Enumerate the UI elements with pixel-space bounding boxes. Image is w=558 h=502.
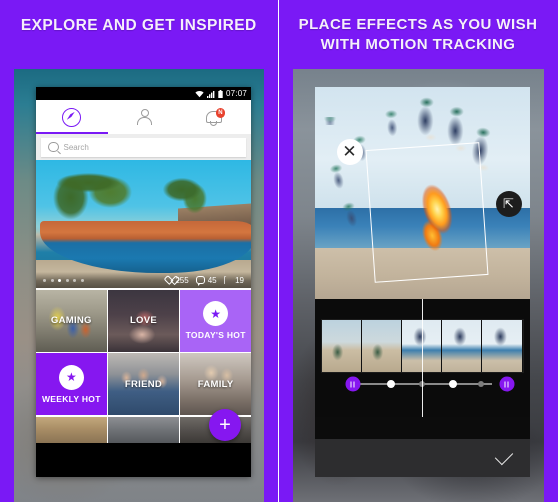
category-tile-partial-2[interactable] <box>108 416 179 443</box>
category-tile-friend[interactable]: FRIEND <box>108 353 179 415</box>
panel-title-line-2: WITH MOTION TRACKING <box>320 36 516 53</box>
timeline <box>314 299 530 417</box>
comment-count: 45 <box>207 275 217 285</box>
panel-title-line-1: PLACE EFFECTS AS YOU WISH <box>298 16 538 33</box>
battery-icon <box>218 89 223 98</box>
category-tile-family[interactable]: FAMILY <box>180 353 251 415</box>
category-label: LOVE <box>129 315 158 326</box>
close-icon[interactable]: ✕ <box>336 139 363 165</box>
tile-photo <box>108 416 179 443</box>
tab-profile[interactable] <box>108 100 180 134</box>
promo-screenshot: EXPLORE AND GET INSPIRED 07:07 N Search … <box>0 0 558 502</box>
rotate-resize-icon[interactable]: ⇱ <box>495 191 522 217</box>
filmstrip-frame <box>482 320 523 372</box>
play-icon <box>224 275 233 285</box>
category-tile-love[interactable]: LOVE <box>108 289 179 352</box>
check-icon[interactable] <box>494 446 513 466</box>
notification-badge: N <box>215 108 226 118</box>
keyframe-end-handle[interactable] <box>499 376 514 392</box>
category-label: FAMILY <box>197 378 234 390</box>
person-icon <box>136 109 152 125</box>
star-icon: ★ <box>65 370 77 384</box>
panel-title-explore: EXPLORE AND GET INSPIRED <box>20 17 257 34</box>
search-input[interactable]: Search <box>41 137 246 157</box>
category-label: WEEKLY HOT <box>41 393 101 404</box>
panel-title-motion-tracking: PLACE EFFECTS AS YOU WISH WITH MOTION TR… <box>279 15 558 55</box>
play-count: 19 <box>235 275 244 285</box>
tab-explore[interactable] <box>36 100 108 134</box>
video-canvas[interactable]: ✕ ⇱ <box>314 87 530 299</box>
motion-ghost <box>377 107 407 144</box>
keyframe-point[interactable] <box>448 380 457 388</box>
keyframe-point[interactable] <box>477 381 484 387</box>
star-icon: ★ <box>210 306 222 321</box>
featured-overlay-bar: 255 45 19 <box>36 272 251 288</box>
signal-icon <box>206 90 215 98</box>
editor-bottom-bar <box>314 439 530 477</box>
status-bar-time: 07:07 <box>225 89 247 98</box>
playhead[interactable] <box>422 299 424 417</box>
skater-subject <box>409 95 444 142</box>
search-icon <box>48 141 59 153</box>
heart-icon <box>166 277 173 284</box>
plus-icon: + <box>219 414 231 436</box>
category-tile-partial-1[interactable] <box>36 416 107 443</box>
promo-panel-explore: EXPLORE AND GET INSPIRED 07:07 N Search … <box>0 0 279 502</box>
search-placeholder: Search <box>63 142 89 152</box>
category-label: TODAY'S HOT <box>185 330 246 340</box>
effect-selection-box[interactable] <box>365 142 489 284</box>
category-tile-weekly-hot[interactable]: ★ WEEKLY HOT <box>36 353 107 415</box>
search-bar-container: Search <box>36 134 251 160</box>
category-tile-todays-hot[interactable]: ★ TODAY'S HOT <box>180 289 251 352</box>
featured-tree <box>149 170 215 219</box>
category-label: FRIEND <box>124 378 163 390</box>
category-label: GAMING <box>50 315 92 326</box>
tab-notifications[interactable]: N <box>179 100 251 134</box>
comment-stat: 45 <box>195 275 217 286</box>
phone-screenshot-editor: ✕ ⇱ <box>314 87 530 477</box>
carousel-dots[interactable] <box>36 278 84 282</box>
star-badge: ★ <box>58 364 84 390</box>
star-badge: ★ <box>203 301 229 326</box>
create-fab-button[interactable]: + <box>209 409 241 441</box>
tile-photo <box>36 416 107 443</box>
play-stat: 19 <box>224 276 244 285</box>
status-bar: 07:07 <box>36 87 251 100</box>
tab-bar: N <box>36 100 251 134</box>
tab-active-underline <box>36 131 108 134</box>
like-stat: 255 <box>166 276 188 285</box>
filmstrip-frame <box>442 320 483 372</box>
promo-panel-motion-tracking: PLACE EFFECTS AS YOU WISH WITH MOTION TR… <box>278 0 558 502</box>
featured-palm-tree <box>48 165 148 224</box>
compass-icon <box>62 107 82 127</box>
keyframe-start-handle[interactable] <box>345 376 360 392</box>
comment-icon <box>195 276 206 286</box>
filmstrip-frame <box>361 320 402 372</box>
post-stats: 255 45 19 <box>166 275 251 286</box>
wifi-icon <box>195 90 204 97</box>
keyframe-point[interactable] <box>386 380 395 388</box>
featured-post-card[interactable]: 255 45 19 <box>36 160 251 288</box>
filmstrip-frame <box>321 320 362 372</box>
category-tile-gaming[interactable]: GAMING <box>36 289 107 352</box>
bird <box>323 116 338 125</box>
notification-icon: N <box>206 108 226 126</box>
phone-screenshot-explore: 07:07 N Search 255 45 19 GAMING LOVE ★ T… <box>36 87 251 477</box>
